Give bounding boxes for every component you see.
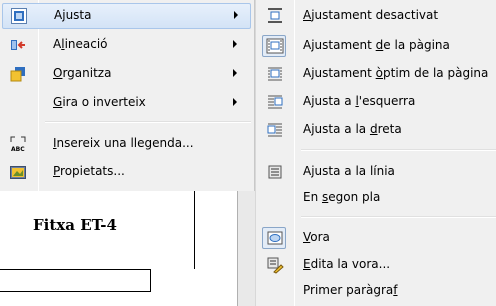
menu-item-label: Ajustament òptim de la pàgina	[303, 66, 489, 80]
menu-item-label: Ajustament desactivat	[303, 8, 439, 22]
submenu-arrow-icon	[234, 11, 238, 19]
menu-item-arrange[interactable]: Organitza	[0, 61, 252, 87]
table-border	[150, 269, 151, 292]
menu-item-label: Propietats...	[53, 164, 125, 178]
wrap-through-icon	[266, 163, 284, 181]
table-border	[194, 191, 195, 269]
menu-item-wrap-right[interactable]: Ajusta a la dreta	[256, 117, 496, 143]
menu-item-wrap-through[interactable]: Ajusta a la línia	[256, 159, 496, 185]
table-border	[0, 291, 150, 292]
menu-item-contour[interactable]: Vora	[256, 225, 496, 251]
menu-item-label: Insereix una llegenda...	[53, 136, 194, 150]
insert-caption-icon: ABC	[10, 136, 26, 153]
wrap-submenu: Ajustament desactivat Ajustament de la p…	[255, 0, 496, 306]
menu-item-wrap-off[interactable]: Ajustament desactivat	[256, 3, 496, 29]
menu-item-properties[interactable]: Propietats...	[0, 159, 252, 185]
properties-icon	[10, 164, 26, 180]
arrange-icon	[10, 66, 26, 82]
edit-contour-icon	[266, 256, 284, 274]
menu-item-label: En segon pla	[303, 190, 381, 204]
menu-item-first-paragraph[interactable]: Primer paràgraf	[256, 278, 496, 304]
menu-separator	[301, 149, 496, 151]
table-border	[0, 269, 150, 270]
menu-item-insert-caption[interactable]: ABC Insereix una llegenda...	[0, 131, 252, 157]
document-heading: Fitxa ET-4	[33, 216, 117, 234]
align-icon	[10, 37, 26, 53]
menu-item-label: Primer paràgraf	[303, 283, 398, 297]
contour-icon	[266, 229, 284, 247]
menu-item-align[interactable]: Alineació	[0, 32, 252, 58]
submenu-arrow-icon	[233, 69, 237, 77]
submenu-arrow-icon	[233, 40, 237, 48]
menu-item-label: Alineació	[53, 37, 108, 51]
wrap-off-icon	[266, 7, 284, 25]
wrap-left-icon	[266, 93, 284, 111]
menu-item-rotate-flip[interactable]: Gira o inverteix	[0, 90, 252, 116]
svg-text:ABC: ABC	[11, 146, 25, 152]
menu-item-label: Ajusta a l'esquerra	[303, 94, 416, 108]
menu-item-in-background[interactable]: En segon pla	[256, 185, 496, 211]
wrap-icon	[11, 8, 27, 24]
menu-item-label: Organitza	[53, 66, 112, 80]
menu-item-wrap-optimal[interactable]: Ajustament òptim de la pàgina	[256, 61, 496, 87]
menu-separator	[301, 216, 496, 218]
menu-item-wrap[interactable]: Ajusta	[2, 3, 251, 29]
wrap-optimal-icon	[266, 65, 284, 83]
menu-item-label: Ajusta a la dreta	[303, 122, 402, 136]
menu-item-label: Ajusta	[54, 8, 92, 22]
wrap-right-icon	[266, 121, 284, 139]
wrap-page-icon	[266, 37, 284, 55]
document-page[interactable]: Fitxa ET-4	[0, 191, 238, 306]
submenu-arrow-icon	[233, 98, 237, 106]
menu-item-label: Vora	[303, 230, 330, 244]
menu-item-wrap-page[interactable]: Ajustament de la pàgina	[256, 33, 496, 59]
menu-item-edit-contour[interactable]: Edita la vora...	[256, 252, 496, 278]
menu-item-label: Ajusta a la línia	[303, 164, 395, 178]
menu-item-label: Edita la vora...	[303, 257, 391, 271]
menu-item-label: Gira o inverteix	[53, 95, 146, 109]
menu-item-label: Ajustament de la pàgina	[303, 38, 450, 52]
menu-separator	[45, 121, 251, 123]
menu-item-wrap-left[interactable]: Ajusta a l'esquerra	[256, 89, 496, 115]
document-area: Fitxa ET-4	[0, 191, 255, 306]
context-menu: Ajusta Alineació Organitza Gira o invert…	[0, 0, 255, 191]
